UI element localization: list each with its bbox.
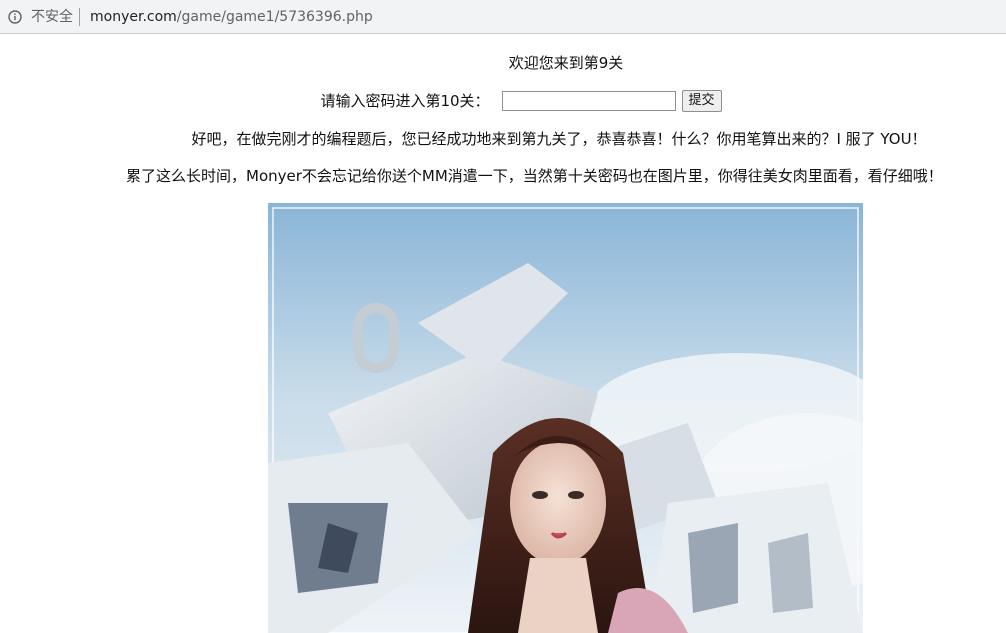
password-input[interactable]	[501, 91, 676, 111]
hint-paragraph: 累了这么长时间，Monyer不会忘记给你送个MM消遣一下，当然第十关密码也在图片…	[126, 167, 943, 185]
url-text[interactable]: monyer.com/game/game1/5736396.php	[90, 8, 373, 26]
intro-paragraph: 好吧，在做完刚才的编程题后，您已经成功地来到第九关了，恭喜恭喜！什么？你用笔算出…	[191, 130, 927, 148]
address-bar[interactable]: 不安全 monyer.com/game/game1/5736396.php	[0, 0, 1006, 34]
submit-button[interactable]: 提交	[681, 90, 722, 112]
password-form: 请输入密码进入第10关： 提交	[0, 89, 1006, 113]
password-label: 请输入密码进入第10关：	[320, 92, 490, 110]
url-path: /game/game1/5736396.php	[176, 9, 373, 25]
address-divider	[79, 8, 80, 26]
info-icon[interactable]	[8, 10, 22, 24]
url-host: monyer.com	[90, 9, 177, 25]
welcome-heading: 欢迎您来到第9关	[508, 54, 624, 72]
security-status-label[interactable]: 不安全	[31, 8, 73, 26]
level-photo	[268, 203, 863, 633]
